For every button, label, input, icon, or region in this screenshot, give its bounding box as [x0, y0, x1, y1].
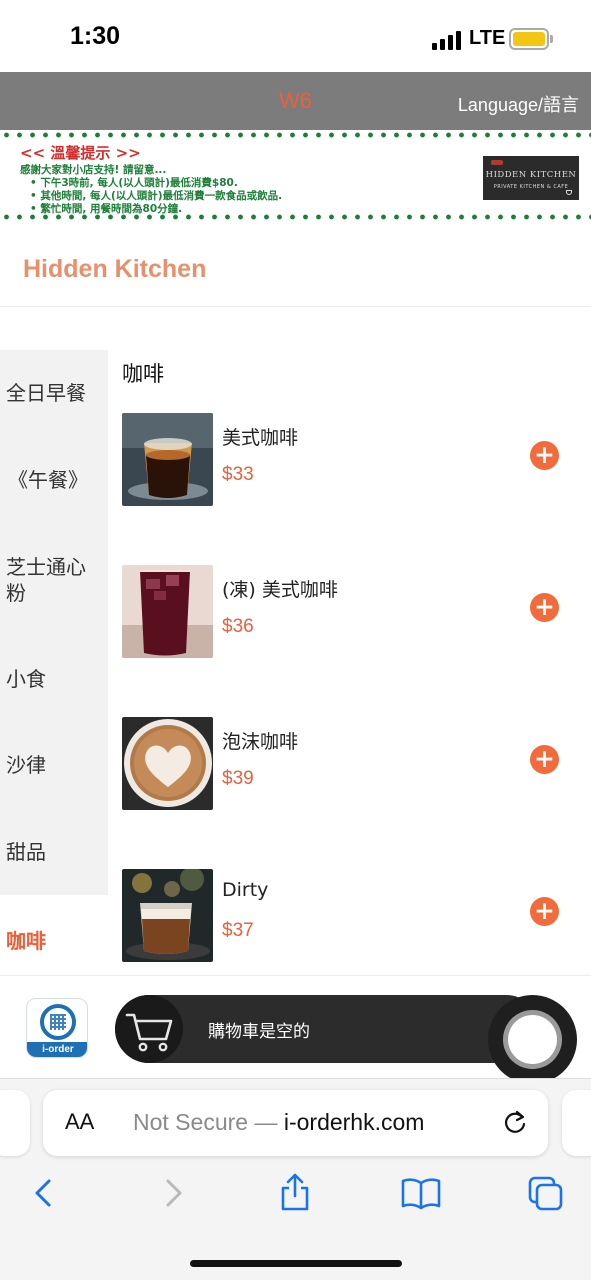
dotted-border-top [0, 132, 591, 138]
product-item[interactable]: (凍) 美式咖啡 $36 + [120, 565, 591, 665]
add-to-cart-button[interactable]: + [530, 745, 559, 774]
product-price: $33 [222, 464, 254, 485]
next-tab-preview[interactable] [562, 1090, 591, 1156]
product-item[interactable]: 泡沫咖啡 $39 + [120, 717, 591, 817]
dotted-border-bottom [0, 214, 591, 220]
dirty-coffee-photo [122, 869, 213, 962]
category-mac-and-cheese[interactable]: 芝士通心粉 [6, 554, 96, 606]
product-price: $37 [222, 920, 254, 941]
network-type: LTE [469, 27, 506, 49]
category-salad[interactable]: 沙律 [6, 752, 104, 778]
qr-code-icon [50, 1014, 66, 1030]
product-item[interactable]: 美式咖啡 $33 + [120, 413, 591, 513]
section-title: 咖啡 [122, 362, 164, 386]
app-header: W6 Language/語言 [0, 72, 591, 130]
shopping-cart-icon[interactable] [115, 995, 183, 1063]
url-display[interactable]: Not Secure — i-orderhk.com [133, 1109, 424, 1136]
status-time: 1:30 [70, 22, 121, 50]
language-button[interactable]: Language/語言 [458, 91, 579, 117]
latte-art-photo [122, 717, 213, 810]
status-bar: 1:30 LTE [0, 0, 591, 72]
product-name: 泡沫咖啡 [222, 731, 299, 753]
battery-icon [509, 28, 549, 50]
product-price: $36 [222, 616, 254, 637]
security-warning: Not Secure — [133, 1109, 284, 1135]
back-icon[interactable] [26, 1175, 62, 1211]
previous-tab-preview[interactable] [0, 1090, 30, 1156]
shop-title: Hidden Kitchen [23, 255, 207, 283]
url-domain: i-orderhk.com [283, 1109, 425, 1135]
category-sidebar [0, 350, 108, 895]
share-icon[interactable] [277, 1172, 313, 1211]
cup-icon [566, 190, 572, 195]
hidden-kitchen-logo: HIDDEN KITCHEN PRIVATE KITCHEN & CAFE [483, 156, 579, 200]
category-lunch[interactable]: 《午餐》 [8, 467, 106, 493]
notice-title: << 溫馨提示 >> [20, 144, 141, 162]
text-size-button[interactable]: AA [65, 1109, 94, 1135]
divider [0, 306, 591, 307]
add-to-cart-button[interactable]: + [530, 441, 559, 470]
iced-americano-photo [122, 565, 213, 658]
forward-icon[interactable] [155, 1175, 191, 1211]
category-coffee-active[interactable]: 咖啡 [6, 925, 46, 954]
add-to-cart-button[interactable]: + [530, 593, 559, 622]
hot-americano-photo [122, 413, 213, 506]
home-indicator[interactable] [190, 1260, 402, 1267]
category-snacks[interactable]: 小食 [6, 666, 104, 692]
divider [0, 975, 591, 976]
reload-icon[interactable] [501, 1108, 529, 1136]
battery-tip [550, 35, 553, 43]
product-price: $39 [222, 768, 254, 789]
product-name: 美式咖啡 [222, 427, 299, 449]
cart-status-text: 購物車是空的 [208, 1022, 310, 1042]
address-bar[interactable]: AA Not Secure — i-orderhk.com [43, 1090, 548, 1156]
bookmarks-icon[interactable] [401, 1175, 441, 1211]
i-order-logo[interactable]: i-order [26, 998, 88, 1058]
category-all-day-breakfast[interactable]: 全日早餐 [6, 380, 104, 406]
tabs-icon[interactable] [527, 1175, 563, 1211]
assistive-touch-button[interactable] [488, 995, 577, 1084]
product-item[interactable]: Dirty $37 + [120, 869, 591, 969]
product-name: Dirty [222, 879, 269, 901]
cellular-signal-icon [432, 30, 462, 50]
add-to-cart-button[interactable]: + [530, 897, 559, 926]
category-dessert[interactable]: 甜品 [6, 839, 104, 865]
cart-bar[interactable]: 購物車是空的 [115, 995, 540, 1063]
product-name: (凍) 美式咖啡 [222, 579, 338, 601]
notice-banner: << 溫馨提示 >> 感謝大家對小店支持! 請留意... • 下午3時前, 每人… [0, 130, 591, 222]
